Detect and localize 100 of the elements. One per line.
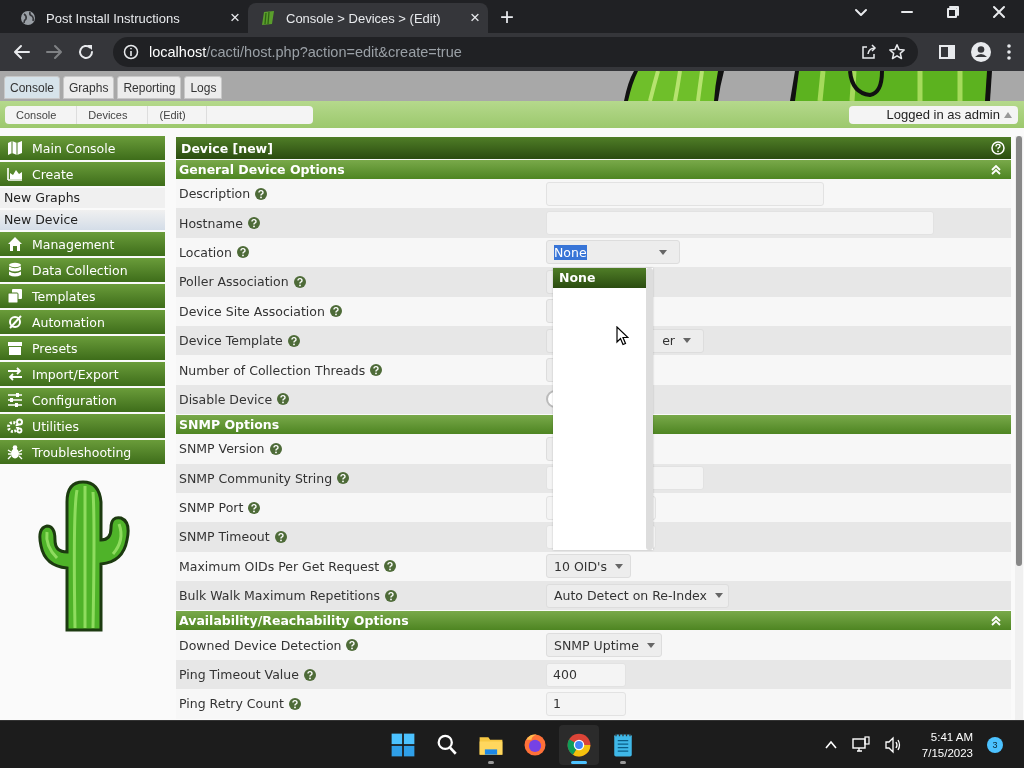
help-icon[interactable] — [370, 364, 383, 377]
help-icon[interactable] — [236, 246, 249, 259]
section-title: Availability/Reachability Options — [179, 613, 409, 629]
nav-tab[interactable]: Reporting — [117, 76, 182, 99]
field-label: Disable Device — [179, 391, 273, 407]
map-icon — [7, 140, 23, 156]
menu-icon[interactable] — [1006, 43, 1012, 61]
side-panel-icon[interactable] — [938, 43, 956, 61]
menu-header[interactable]: Presets — [0, 336, 165, 360]
dropdown-option[interactable]: None — [553, 268, 646, 288]
section-header[interactable]: Availability/Reachability Options — [176, 611, 1011, 631]
share-icon[interactable] — [860, 43, 878, 61]
address-bar[interactable]: localhost/cacti/host.php?action=edit&create=true — [113, 37, 918, 67]
help-icon[interactable] — [277, 393, 290, 406]
menu-item[interactable]: New Graphs — [0, 188, 165, 208]
help-icon[interactable] — [293, 275, 306, 288]
help-icon[interactable] — [337, 472, 350, 485]
help-icon[interactable] — [329, 305, 342, 318]
help-icon[interactable] — [991, 141, 1005, 155]
back-icon[interactable] — [13, 43, 31, 61]
help-icon[interactable] — [248, 501, 261, 514]
nav-tab[interactable]: Logs — [184, 76, 223, 99]
help-icon[interactable] — [247, 217, 260, 230]
breadcrumb-link[interactable]: Console — [5, 105, 78, 124]
help-icon[interactable] — [269, 442, 282, 455]
help-icon[interactable] — [384, 560, 397, 573]
help-icon[interactable] — [255, 187, 268, 200]
text-field[interactable]: 400 — [546, 662, 626, 687]
user-menu[interactable]: Logged in as admin — [849, 105, 1018, 124]
menu-header[interactable]: Troubleshooting — [0, 440, 165, 464]
caret-down-icon — [615, 563, 623, 569]
field-label: Device Site Association — [179, 303, 325, 319]
menu-header[interactable]: Utilities — [0, 414, 165, 438]
info-icon — [123, 44, 139, 60]
caret-down-icon — [646, 642, 655, 648]
profile-icon[interactable] — [970, 41, 992, 63]
scrollbar[interactable] — [1015, 136, 1023, 720]
transfer-icon — [7, 366, 23, 382]
globe-icon — [20, 10, 36, 26]
menu-header[interactable]: Main Console — [0, 136, 165, 160]
help-icon[interactable] — [287, 334, 300, 347]
menu-header[interactable]: Management — [0, 232, 165, 256]
breadcrumb-link[interactable]: (Edit) — [148, 105, 207, 124]
collapse-icon[interactable] — [991, 615, 1001, 626]
reload-icon[interactable] — [77, 43, 95, 61]
browser-tab[interactable]: Post Install Instructions × — [8, 3, 248, 33]
text-field[interactable]: 1 — [546, 691, 626, 716]
network-icon[interactable] — [851, 735, 870, 754]
menu-header[interactable]: Create — [0, 162, 165, 186]
dropdown[interactable]: None — [546, 240, 680, 265]
field-label: SNMP Version — [179, 441, 265, 457]
help-icon[interactable] — [384, 589, 397, 602]
menu-header[interactable]: Import/Export — [0, 362, 165, 386]
menu-item[interactable]: New Device — [0, 210, 165, 230]
field-label: SNMP Community String — [179, 470, 333, 486]
collapse-icon[interactable] — [991, 164, 1001, 175]
running-indicator — [488, 760, 494, 764]
house-icon — [7, 236, 23, 252]
close-icon[interactable]: × — [230, 8, 240, 28]
cursor-icon — [616, 326, 629, 346]
archive-icon — [7, 340, 23, 356]
nav-tab[interactable]: Console — [4, 76, 61, 99]
taskbar-button[interactable] — [559, 724, 599, 765]
field-label: Number of Collection Threads — [179, 362, 366, 378]
help-icon[interactable] — [303, 668, 316, 681]
help-icon[interactable] — [288, 697, 301, 710]
dropdown[interactable]: 10 OID's — [546, 554, 631, 579]
scrollbar[interactable] — [646, 268, 653, 550]
dropdown[interactable]: SNMP Uptime — [546, 633, 662, 658]
field-label: Downed Device Detection — [179, 637, 342, 653]
menu-header[interactable]: Configuration — [0, 388, 165, 412]
clock[interactable]: 5:41 AM 7/15/2023 — [921, 728, 973, 761]
menu-header[interactable]: Data Collection — [0, 258, 165, 282]
star-icon[interactable] — [888, 43, 906, 61]
caret-down-icon — [683, 338, 691, 344]
breadcrumb-link[interactable]: Devices — [77, 105, 149, 124]
help-icon[interactable] — [274, 531, 287, 543]
browser-tab[interactable]: Console > Devices > (Edit) × — [248, 3, 488, 33]
section-header[interactable]: General Device Options — [176, 160, 1011, 179]
menu-header[interactable]: Automation — [0, 310, 165, 334]
dropdown-list[interactable]: None — [553, 268, 653, 550]
volume-icon[interactable] — [883, 735, 902, 754]
dropdown[interactable]: Auto Detect on Re-Index — [546, 583, 729, 608]
field-label: Description — [179, 186, 251, 202]
nav-tab[interactable]: Graphs — [63, 76, 115, 99]
field-label: Hostname — [179, 215, 243, 231]
sliders-icon — [7, 392, 23, 408]
new-tab-button[interactable]: + — [500, 3, 514, 31]
close-icon[interactable] — [992, 5, 1006, 19]
menu-header[interactable]: Templates — [0, 284, 165, 308]
forward-icon[interactable] — [45, 43, 63, 61]
help-icon[interactable] — [346, 639, 359, 652]
restore-icon[interactable] — [946, 5, 960, 19]
caret-down-icon — [659, 249, 667, 255]
notification-badge[interactable]: 3 — [987, 736, 1003, 753]
caret-down-icon — [714, 593, 723, 599]
running-indicator — [620, 760, 626, 764]
close-icon[interactable]: × — [470, 8, 480, 28]
chart-icon — [7, 166, 23, 182]
field-label: Ping Retry Count — [179, 696, 284, 712]
